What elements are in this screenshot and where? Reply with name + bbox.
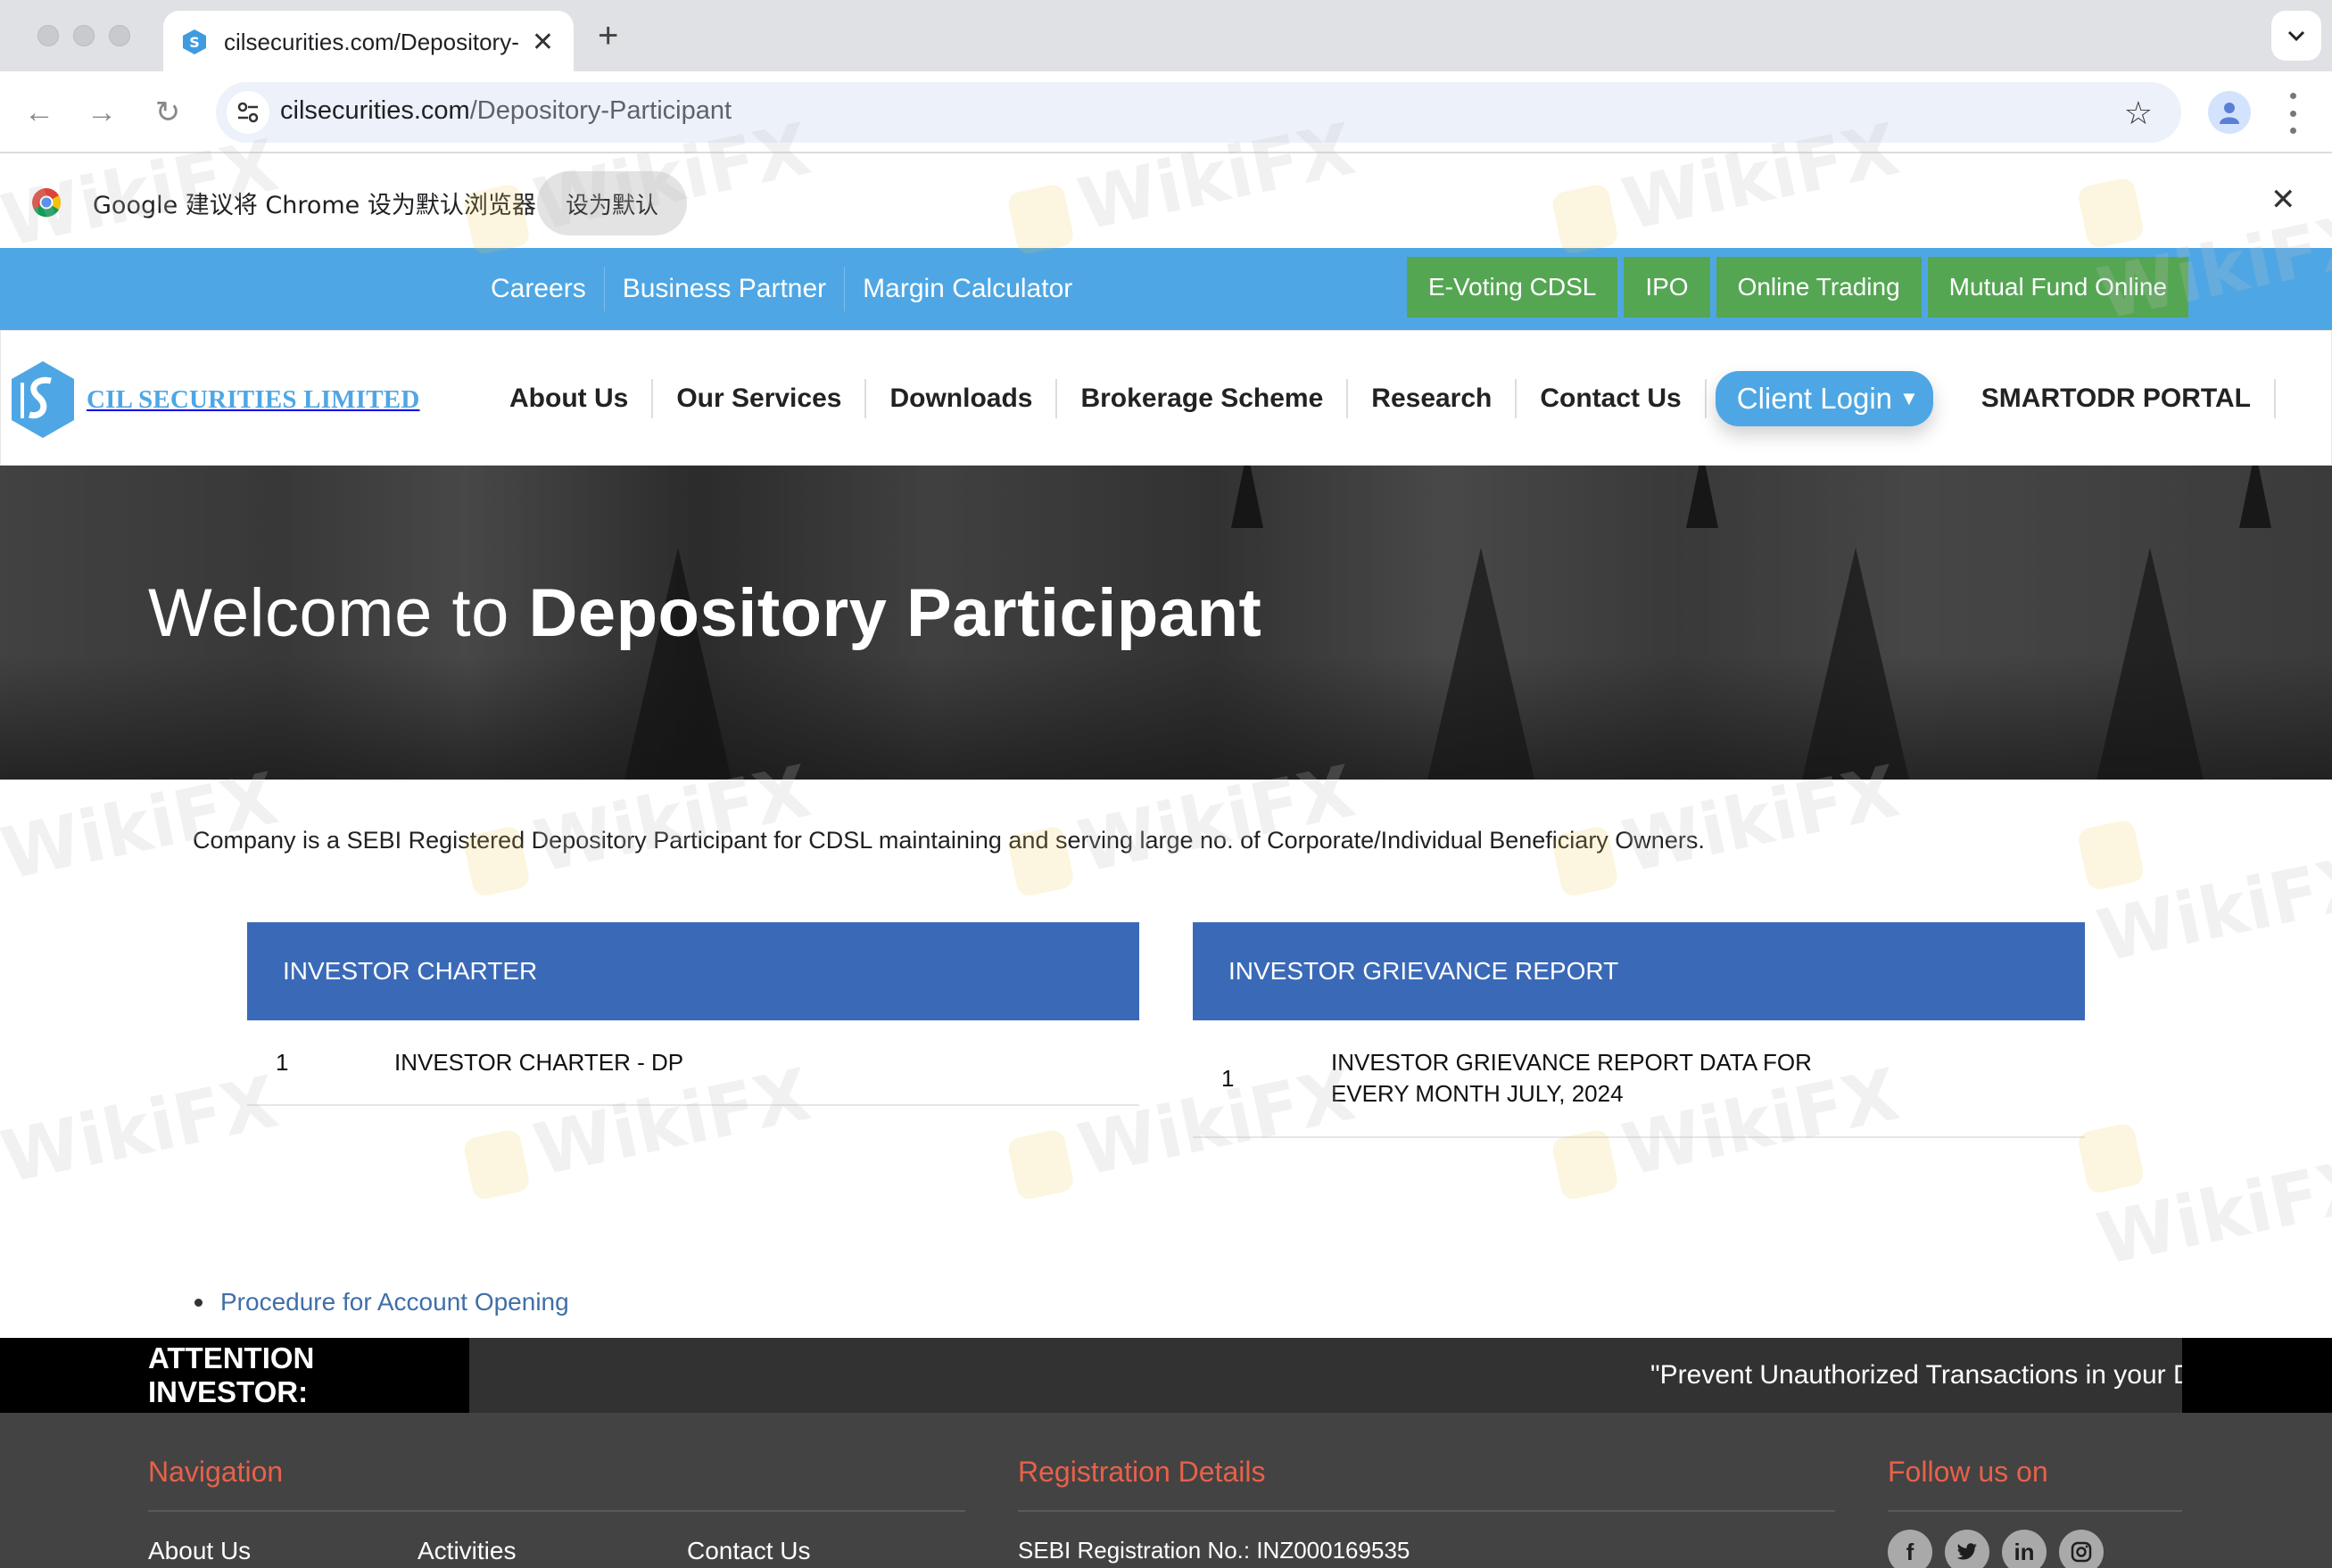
ticker-edge [2182, 1338, 2332, 1413]
row-number: 1 [1221, 1064, 1235, 1092]
procedure-account-opening-link[interactable]: Procedure for Account Opening [220, 1288, 569, 1316]
infobar-close-icon[interactable]: ✕ [2270, 182, 2296, 218]
table-row: 1 INVESTOR GRIEVANCE REPORT DATA FOR EVE… [1193, 1020, 2085, 1138]
nav-downloads[interactable]: Downloads [866, 379, 1058, 418]
nav-research[interactable]: Research [1348, 379, 1517, 418]
chrome-logo-icon [32, 188, 62, 218]
kebab-menu-icon[interactable] [2284, 93, 2302, 134]
site-logo[interactable]: CIL SECURITIES LIMITED [10, 359, 419, 440]
browser-tabstrip: S cilsecurities.com/Depository- ✕ + [0, 0, 2332, 73]
primary-nav: About Us Our Services Downloads Brokerag… [486, 331, 2277, 466]
watermark: WikiFX [2073, 758, 2332, 978]
row-number: 1 [276, 1048, 289, 1076]
attention-label: ATTENTION INVESTOR: [0, 1338, 469, 1413]
hero-banner: Welcome to Depository Participant [0, 466, 2332, 780]
set-default-button[interactable]: 设为默认 [537, 171, 687, 235]
smartodr-portal-link[interactable]: SMARTODR PORTAL [1958, 379, 2277, 418]
svg-text:S: S [189, 34, 200, 51]
instagram-icon[interactable] [2059, 1530, 2104, 1568]
attention-ticker: "Prevent Unauthorized Transactions in yo… [1650, 1360, 2182, 1390]
e-voting-cdsl-button[interactable]: E-Voting CDSL [1407, 257, 1618, 318]
reload-icon[interactable]: ↻ [148, 93, 187, 132]
investor-grievance-panel: INVESTOR GRIEVANCE REPORT 1 INVESTOR GRI… [1193, 922, 2085, 1138]
site-favicon-icon: S [183, 29, 206, 54]
footer-heading: Navigation [148, 1456, 965, 1512]
panel-header: INVESTOR GRIEVANCE REPORT [1193, 922, 2085, 1020]
nav-brokerage-scheme[interactable]: Brokerage Scheme [1057, 379, 1349, 418]
footer-navigation: Navigation About Us Activities Contact U… [148, 1456, 965, 1565]
chevron-down-icon [2287, 30, 2305, 42]
panel-header: INVESTOR CHARTER [247, 922, 1139, 1020]
nav-contact-us[interactable]: Contact Us [1517, 379, 1707, 418]
hero-decor [2239, 466, 2271, 528]
online-trading-button[interactable]: Online Trading [1716, 257, 1922, 318]
main-header: CIL SECURITIES LIMITED About Us Our Serv… [0, 330, 2332, 466]
client-login-dropdown[interactable]: Client Login ▼ [1715, 371, 1933, 426]
bullet-icon [194, 1298, 203, 1307]
ipo-button[interactable]: IPO [1624, 257, 1710, 318]
nav-our-services[interactable]: Our Services [653, 379, 867, 418]
margin-calculator-link[interactable]: Margin Calculator [845, 267, 1090, 311]
client-login-label: Client Login [1736, 382, 1893, 415]
watermark: WikiFX [0, 1060, 285, 1200]
nav-about-us[interactable]: About Us [486, 379, 654, 418]
footer-heading: Follow us on [1888, 1456, 2182, 1512]
sebi-registration-number: SEBI Registration No.: INZ000169535 [1018, 1537, 1410, 1564]
tab-title: cilsecurities.com/Depository- [224, 28, 519, 55]
footer-about-us-link[interactable]: About Us [148, 1537, 418, 1565]
topbar-links: Careers Business Partner Margin Calculat… [473, 248, 1090, 330]
hero-decor [1231, 466, 1263, 528]
footer-contact-us-link[interactable]: Contact Us [687, 1537, 956, 1565]
social-links: f in [1888, 1530, 2182, 1568]
site-topbar: Careers Business Partner Margin Calculat… [0, 248, 2332, 330]
tab-search-button[interactable] [2271, 11, 2321, 61]
table-row: 1 INVESTOR CHARTER - DP [247, 1020, 1139, 1106]
tab-close-icon[interactable]: ✕ [532, 27, 554, 58]
watermark: WikiFX [2073, 1061, 2332, 1281]
topbar-action-buttons: E-Voting CDSL IPO Online Trading Mutual … [1407, 257, 2189, 318]
hero-decor [1686, 466, 1718, 528]
intro-text: Company is a SEBI Registered Depository … [193, 827, 1705, 854]
hero-decor [0, 655, 2332, 780]
footer-registration: Registration Details SEBI Registration N… [1018, 1456, 1835, 1564]
footer-follow: Follow us on f in [1888, 1456, 2182, 1568]
linkedin-icon[interactable]: in [2002, 1530, 2047, 1568]
default-browser-infobar: Google 建议将 Chrome 设为默认浏览器 设为默认 ✕ [0, 155, 2332, 248]
cil-logo-icon [12, 361, 74, 438]
plus-icon[interactable]: + [598, 16, 618, 55]
logo-text: CIL SECURITIES LIMITED [87, 384, 420, 414]
url-text[interactable]: cilsecurities.com/Depository-Participant [280, 96, 732, 126]
infobar-message: Google 建议将 Chrome 设为默认浏览器 [93, 192, 536, 219]
procedure-list-item: Procedure for Account Opening [194, 1288, 569, 1316]
caret-down-icon: ▼ [1899, 387, 1919, 409]
footer-activities-link[interactable]: Activities [418, 1537, 687, 1565]
browser-tab-active[interactable]: S cilsecurities.com/Depository- ✕ [163, 11, 574, 73]
facebook-icon[interactable]: f [1888, 1530, 1932, 1568]
attention-investor-bar: ATTENTION INVESTOR: "Prevent Unauthorize… [0, 1338, 2332, 1413]
arrow-right-icon[interactable]: → [82, 93, 121, 132]
grievance-report-link[interactable]: INVESTOR GRIEVANCE REPORT DATA FOR EVERY… [1331, 1047, 1812, 1110]
window-zoom-control[interactable] [109, 25, 130, 46]
browser-toolbar: ← → ↻ cilsecurities.com/Depository-Parti… [0, 71, 2332, 153]
business-partner-link[interactable]: Business Partner [605, 267, 846, 311]
address-bar[interactable]: cilsecurities.com/Depository-Participant… [216, 82, 2181, 143]
investor-charter-dp-link[interactable]: INVESTOR CHARTER - DP [394, 1047, 683, 1078]
investor-charter-panel: INVESTOR CHARTER 1 INVESTOR CHARTER - DP [247, 922, 1139, 1106]
page-title: Welcome to Depository Participant [148, 575, 1262, 651]
twitter-icon[interactable] [1945, 1530, 1989, 1568]
mutual-fund-online-button[interactable]: Mutual Fund Online [1927, 257, 2189, 318]
window-minimize-control[interactable] [73, 25, 95, 46]
tune-icon[interactable] [227, 91, 269, 134]
star-icon[interactable]: ☆ [2124, 95, 2153, 132]
window-close-control[interactable] [37, 25, 59, 46]
footer-heading: Registration Details [1018, 1456, 1835, 1512]
arrow-left-icon[interactable]: ← [20, 93, 59, 132]
profile-icon[interactable] [2208, 91, 2251, 134]
careers-link[interactable]: Careers [473, 267, 605, 311]
site-footer: Navigation About Us Activities Contact U… [0, 1413, 2332, 1568]
